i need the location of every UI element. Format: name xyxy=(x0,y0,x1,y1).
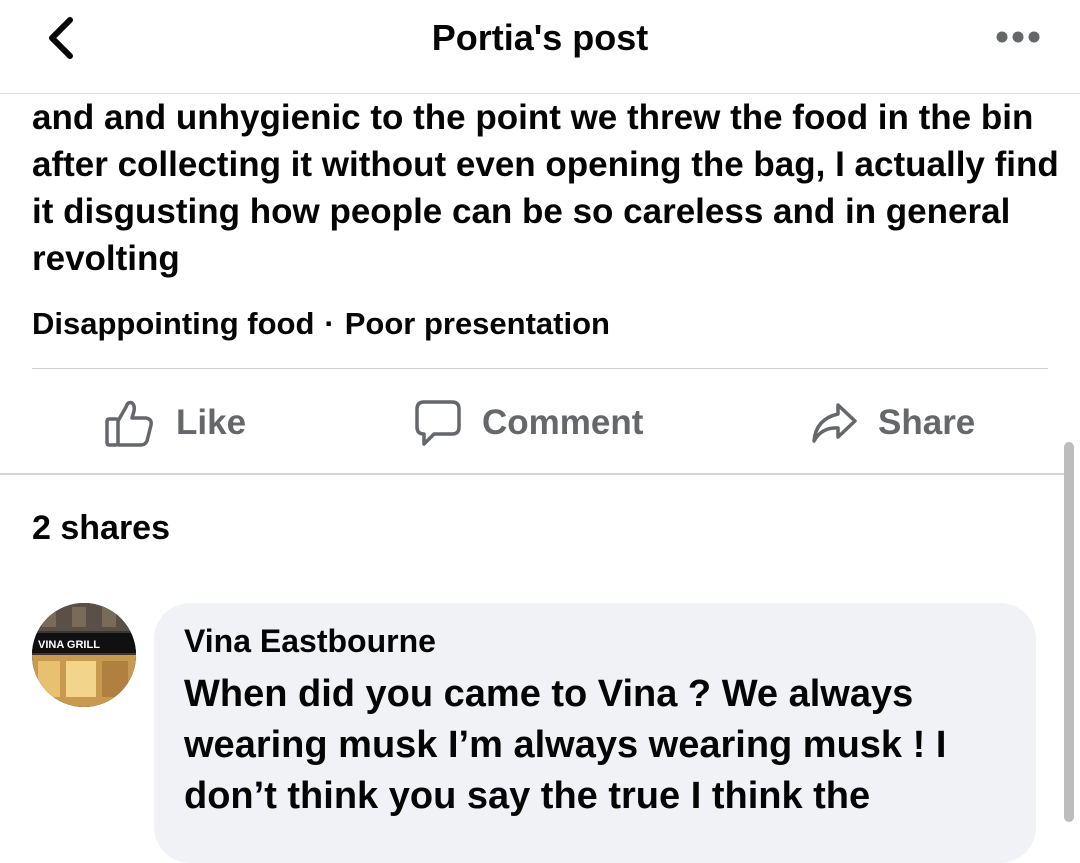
review-tag: Poor presentation xyxy=(344,306,610,341)
thumbs-up-icon xyxy=(105,400,153,447)
like-button[interactable]: Like xyxy=(104,395,246,451)
comment-button[interactable]: Comment xyxy=(414,395,643,451)
top-bar: Portia's post xyxy=(0,0,1080,94)
comment-text: When did you came to Vina ? We always we… xyxy=(184,673,947,817)
share-arrow-icon xyxy=(812,403,857,443)
avatar-sign-text: VINA GRILL xyxy=(38,639,100,651)
comment-label: Comment xyxy=(482,403,644,442)
share-label: Share xyxy=(878,403,976,442)
comment-bubble-icon xyxy=(415,400,461,446)
post-body-text: and and unhygienic to the point we threw… xyxy=(32,98,1059,278)
avatar[interactable]: VINA GRILL xyxy=(32,603,136,707)
post-action-bar: Like Comment Share xyxy=(0,369,1080,473)
more-options-button[interactable] xyxy=(992,26,1044,48)
tag-separator: · xyxy=(324,306,335,341)
scrollbar[interactable] xyxy=(1064,442,1074,822)
review-tags: Disappointing food · Poor presentation xyxy=(32,304,610,344)
review-tag: Disappointing food xyxy=(32,306,315,341)
comment-bubble: Vina Eastbourne When did you came to Vin… xyxy=(154,603,1036,863)
more-horizontal-icon xyxy=(996,31,1040,43)
like-label: Like xyxy=(176,403,247,442)
shares-count[interactable]: 2 shares xyxy=(32,506,170,550)
storefront-avatar-image: VINA GRILL xyxy=(32,603,136,707)
divider xyxy=(0,473,1064,475)
share-button[interactable]: Share xyxy=(810,395,975,451)
page-title: Portia's post xyxy=(431,17,649,58)
comment-author[interactable]: Vina Eastbourne xyxy=(184,621,436,661)
